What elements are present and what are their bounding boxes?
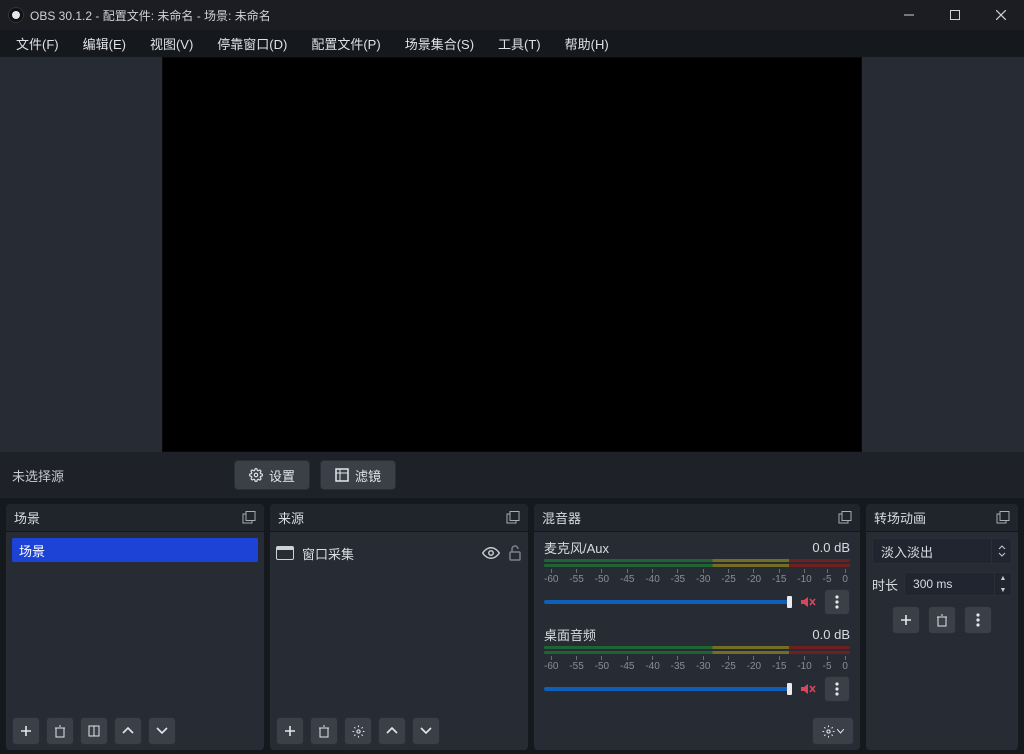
maximize-button[interactable] [932, 0, 978, 30]
sources-list[interactable]: 窗口采集 [270, 532, 528, 712]
window-title: OBS 30.1.2 - 配置文件: 未命名 - 场景: 未命名 [30, 7, 271, 24]
scene-down-button[interactable] [148, 717, 176, 745]
updown-icon [991, 539, 1011, 563]
preview-canvas[interactable] [162, 57, 862, 452]
transitions-header: 转场动画 [866, 504, 1018, 532]
mixer-channel: 麦克风/Aux 0.0 dB -60-55-50-45-40-35-30-25-… [534, 532, 860, 619]
add-source-button[interactable] [276, 717, 304, 745]
level-meter [544, 646, 850, 654]
channel-db: 0.0 dB [812, 627, 850, 642]
mixer-panel: 混音器 麦克风/Aux 0.0 dB -60-55-50-45-40-35-30… [534, 504, 860, 750]
menu-view[interactable]: 视图(V) [138, 30, 205, 57]
remove-source-button[interactable] [310, 717, 338, 745]
popout-icon[interactable] [242, 511, 256, 525]
scenes-list[interactable]: 场景 [6, 532, 264, 712]
channel-db: 0.0 dB [812, 540, 850, 555]
menubar: 文件(F) 编辑(E) 视图(V) 停靠窗口(D) 配置文件(P) 场景集合(S… [0, 30, 1024, 57]
mixer-footer [534, 712, 860, 750]
transitions-body: 淡入淡出 时长 300 ms ▲▼ [866, 532, 1018, 640]
sources-panel: 来源 窗口采集 [270, 504, 528, 750]
gear-dropdown-icon [822, 725, 844, 738]
popout-icon[interactable] [506, 511, 520, 525]
scene-item[interactable]: 场景 [12, 538, 258, 562]
duration-input[interactable]: 300 ms ▲▼ [904, 572, 1012, 596]
volume-slider[interactable] [544, 687, 792, 691]
mixer-channel: 桌面音频 0.0 dB -60-55-50-45-40-35-30-25-20-… [534, 619, 860, 706]
scene-up-button[interactable] [114, 717, 142, 745]
remove-scene-button[interactable] [46, 717, 74, 745]
menu-profile[interactable]: 配置文件(P) [299, 30, 392, 57]
popout-icon[interactable] [838, 511, 852, 525]
gear-icon [249, 468, 263, 482]
close-button[interactable] [978, 0, 1024, 30]
source-item[interactable]: 窗口采集 [276, 540, 522, 566]
menu-edit[interactable]: 编辑(E) [71, 30, 138, 57]
scene-filters-button[interactable] [80, 717, 108, 745]
app-icon [8, 7, 24, 23]
lock-toggle[interactable] [508, 545, 522, 561]
scenes-header: 场景 [6, 504, 264, 532]
scenes-footer [6, 712, 264, 750]
source-settings-button[interactable]: 设置 [234, 460, 310, 490]
menu-dock[interactable]: 停靠窗口(D) [205, 30, 299, 57]
mixer-header: 混音器 [534, 504, 860, 532]
source-up-button[interactable] [378, 717, 406, 745]
context-bar: 未选择源 设置 滤镜 [0, 452, 1024, 498]
no-source-label: 未选择源 [12, 466, 64, 485]
source-filters-button[interactable]: 滤镜 [320, 460, 396, 490]
source-properties-button[interactable] [344, 717, 372, 745]
source-label: 窗口采集 [302, 544, 354, 563]
titlebar: OBS 30.1.2 - 配置文件: 未命名 - 场景: 未命名 [0, 0, 1024, 30]
visibility-toggle[interactable] [482, 547, 500, 559]
minimize-button[interactable] [886, 0, 932, 30]
window-controls [886, 0, 1024, 30]
transitions-panel: 转场动画 淡入淡出 时长 300 ms ▲▼ [866, 504, 1018, 750]
menu-scene-collection[interactable]: 场景集合(S) [393, 30, 486, 57]
spinner-icon[interactable]: ▲▼ [994, 572, 1011, 596]
panels-row: 场景 场景 来源 窗口采集 [0, 498, 1024, 754]
add-scene-button[interactable] [12, 717, 40, 745]
transition-options-button[interactable] [964, 606, 992, 634]
channel-name: 麦克风/Aux [544, 538, 609, 557]
filters-icon [335, 468, 349, 482]
db-scale: -60-55-50-45-40-35-30-25-20-15-10-50 [544, 569, 850, 585]
window-capture-icon [276, 546, 294, 560]
menu-file[interactable]: 文件(F) [4, 30, 71, 57]
sources-header: 来源 [270, 504, 528, 532]
menu-help[interactable]: 帮助(H) [553, 30, 621, 57]
add-transition-button[interactable] [892, 606, 920, 634]
transition-select[interactable]: 淡入淡出 [872, 538, 1012, 564]
db-scale: -60-55-50-45-40-35-30-25-20-15-10-50 [544, 656, 850, 672]
channel-options-button[interactable] [824, 676, 850, 702]
duration-label: 时长 [872, 575, 898, 594]
advanced-audio-button[interactable] [812, 717, 854, 745]
mute-button[interactable] [800, 682, 816, 696]
sources-footer [270, 712, 528, 750]
channel-name: 桌面音频 [544, 625, 596, 644]
popout-icon[interactable] [996, 511, 1010, 525]
level-meter [544, 559, 850, 567]
scenes-panel: 场景 场景 [6, 504, 264, 750]
menu-tools[interactable]: 工具(T) [486, 30, 553, 57]
mixer-body: 麦克风/Aux 0.0 dB -60-55-50-45-40-35-30-25-… [534, 532, 860, 750]
mute-button[interactable] [800, 595, 816, 609]
remove-transition-button[interactable] [928, 606, 956, 634]
channel-options-button[interactable] [824, 589, 850, 615]
source-down-button[interactable] [412, 717, 440, 745]
volume-slider[interactable] [544, 600, 792, 604]
preview-area [0, 57, 1024, 452]
